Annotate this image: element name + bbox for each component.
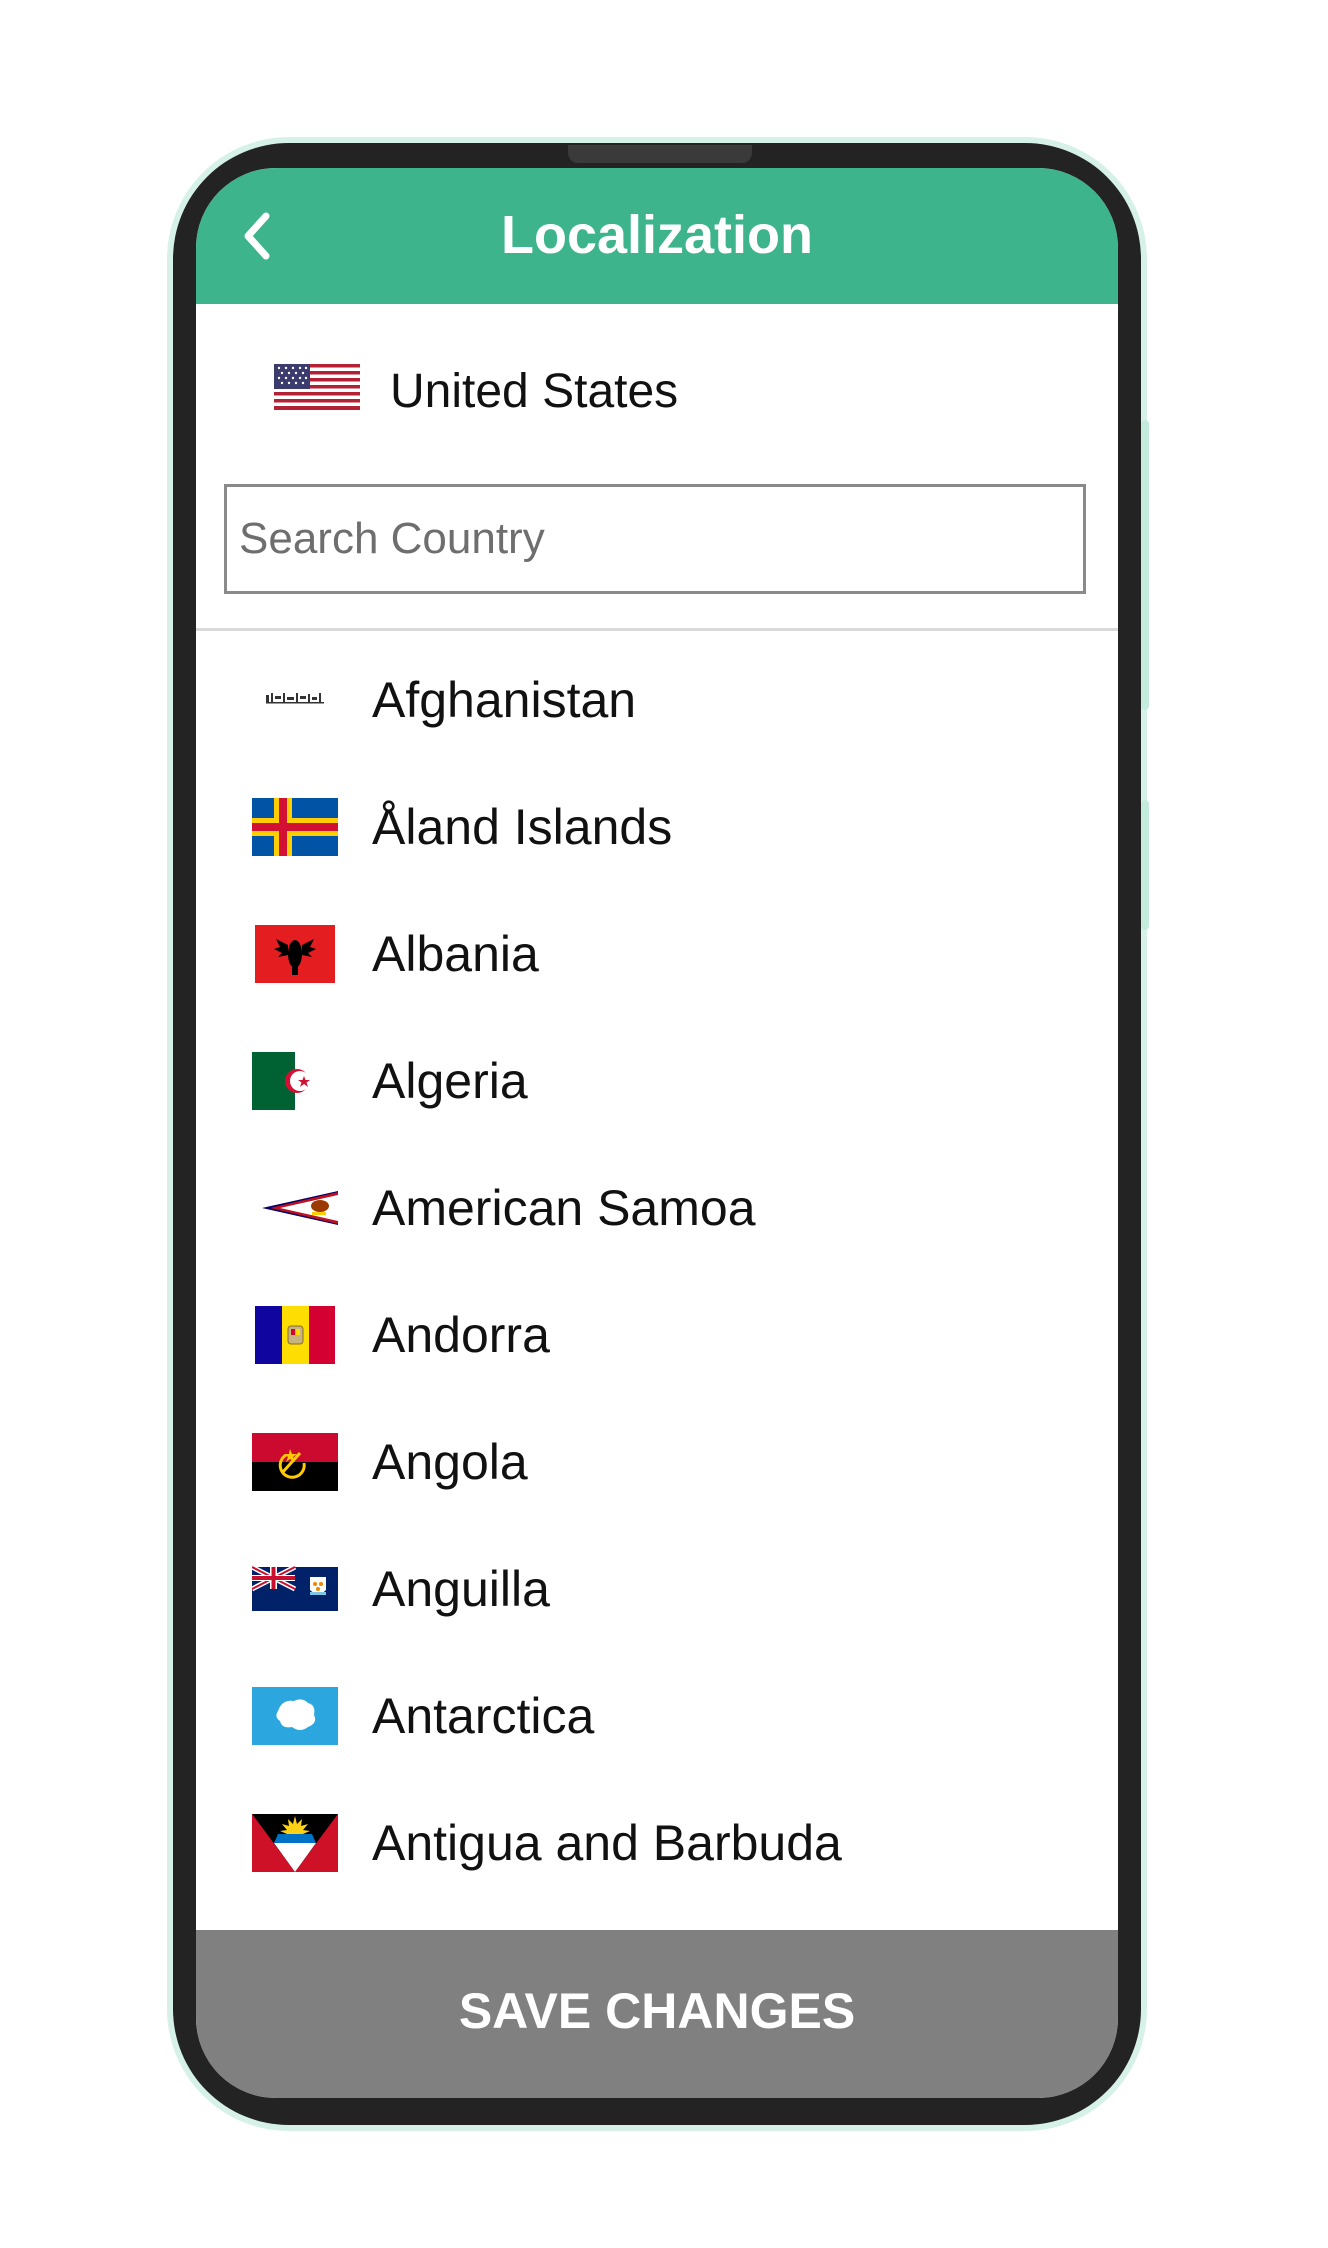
list-item[interactable]: Anguilla: [196, 1529, 1118, 1656]
country-name: American Samoa: [372, 1180, 756, 1236]
list-item[interactable]: Algeria: [196, 1021, 1118, 1148]
flag-ad-icon: [252, 1306, 338, 1364]
flag-as-icon: [252, 1179, 338, 1237]
list-item[interactable]: Afghanistan: [196, 640, 1118, 767]
app-header: Localization: [196, 168, 1118, 304]
app-screen: Localization United States Search Countr…: [196, 168, 1118, 2098]
country-name: Anguilla: [372, 1561, 550, 1617]
country-name: Afghanistan: [372, 672, 637, 728]
list-item[interactable]: Angola: [196, 1402, 1118, 1529]
side-button: [1141, 800, 1149, 930]
list-item[interactable]: American Samoa: [196, 1148, 1118, 1275]
list-item[interactable]: Åland Islands: [196, 767, 1118, 894]
flag-ax-icon: [252, 798, 338, 856]
flag-af-icon: [252, 671, 338, 729]
country-name: Andorra: [372, 1307, 550, 1363]
country-name: Angola: [372, 1434, 528, 1490]
page-title: Localization: [500, 205, 814, 265]
list-item[interactable]: Andorra: [196, 1275, 1118, 1402]
save-changes-button[interactable]: SAVE CHANGES: [196, 1930, 1118, 2098]
flag-ag-icon: [252, 1814, 338, 1872]
list-item[interactable]: Antarctica: [196, 1656, 1118, 1783]
country-name: Antigua and Barbuda: [372, 1815, 842, 1871]
country-name: Antarctica: [372, 1688, 595, 1744]
country-name: Åland Islands: [372, 799, 673, 855]
flag-ao-icon: [252, 1433, 338, 1491]
selected-country: United States: [196, 304, 1118, 464]
phone-notch: [568, 145, 752, 163]
flag-dz-icon: [252, 1052, 338, 1110]
selected-country-name: United States: [390, 365, 679, 418]
list-item[interactable]: Antigua and Barbuda: [196, 1783, 1118, 1910]
country-list: Afghanistan Åland Islands Albania Algeri…: [196, 640, 1118, 1910]
flag-us-icon: [274, 364, 360, 410]
divider: [196, 628, 1118, 631]
flag-ai-icon: [250, 1560, 338, 1618]
list-item[interactable]: Albania: [196, 894, 1118, 1021]
country-name: Albania: [372, 926, 539, 982]
flag-aq-icon: [252, 1687, 338, 1745]
country-name: Algeria: [372, 1053, 528, 1109]
save-changes-label: SAVE CHANGES: [458, 1983, 856, 2039]
side-button: [1141, 420, 1149, 710]
search-input[interactable]: [224, 484, 1086, 594]
flag-al-icon: [252, 925, 338, 983]
